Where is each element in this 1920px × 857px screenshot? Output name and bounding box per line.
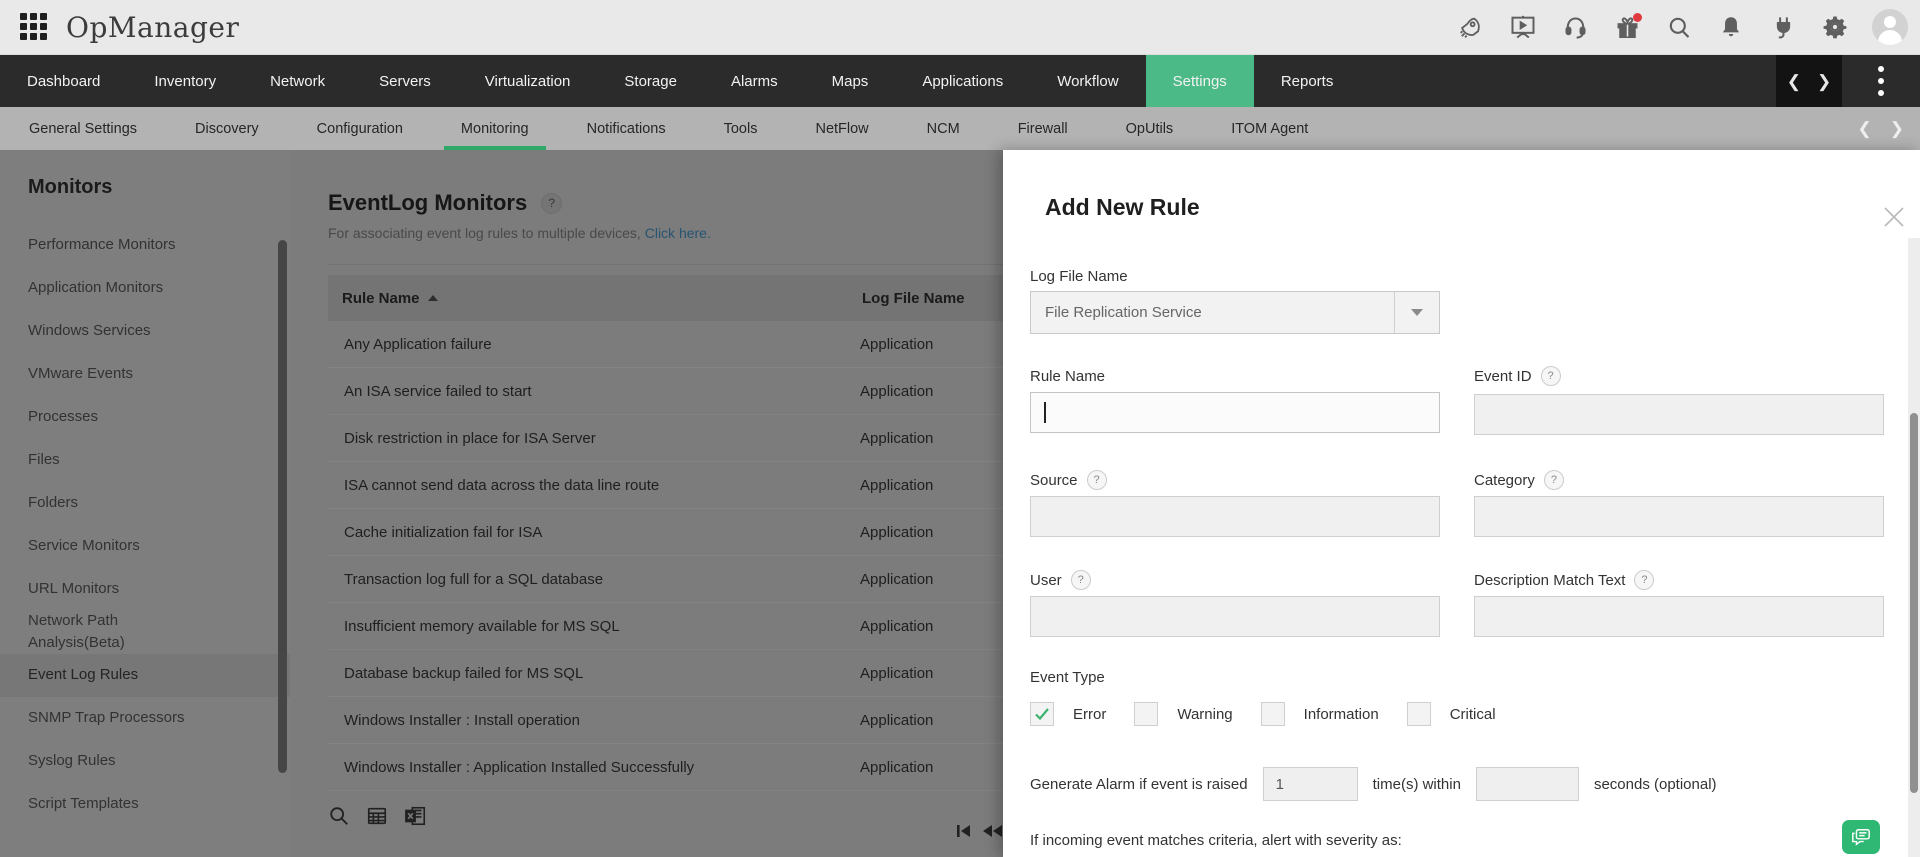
nav-overflow-menu-icon[interactable] [1842, 55, 1920, 107]
information-checkbox[interactable] [1261, 702, 1285, 726]
nav-tab-dashboard[interactable]: Dashboard [0, 55, 127, 107]
log-file-name-select[interactable]: File Replication Service [1030, 291, 1440, 334]
apps-grid-icon[interactable] [20, 13, 48, 41]
nav-tab-storage[interactable]: Storage [597, 55, 704, 107]
text-cursor [1044, 402, 1046, 423]
nav-tab-inventory[interactable]: Inventory [127, 55, 243, 107]
chevron-down-icon [1411, 309, 1423, 316]
information-checkbox-label: Information [1304, 706, 1379, 723]
event-id-help-icon[interactable]: ? [1541, 366, 1561, 386]
error-checkbox-label: Error [1073, 706, 1106, 723]
panel-title: Add New Rule [1045, 194, 1200, 221]
top-header: OpManager [0, 0, 1920, 55]
modal-dim-overlay[interactable] [0, 150, 1003, 857]
subnav-scroll-right-icon[interactable]: ❯ [1890, 119, 1904, 139]
warning-checkbox[interactable] [1134, 702, 1158, 726]
source-input[interactable] [1030, 496, 1440, 537]
event-id-label: Event ID ? [1474, 366, 1561, 386]
subnav-itom-agent[interactable]: ITOM Agent [1202, 107, 1337, 150]
close-icon[interactable] [1881, 204, 1907, 230]
content-region: Monitors Performance Monitors Applicatio… [0, 150, 1920, 857]
event-type-options: Error Warning Information Critical [1030, 702, 1524, 726]
search-icon[interactable] [1664, 12, 1694, 42]
source-label: Source ? [1030, 470, 1107, 490]
category-help-icon[interactable]: ? [1544, 470, 1564, 490]
header-icon-group [1456, 9, 1908, 45]
bell-icon[interactable] [1716, 12, 1746, 42]
presentation-play-icon[interactable] [1508, 12, 1538, 42]
subnav-general-settings[interactable]: General Settings [0, 107, 166, 150]
nav-tab-settings[interactable]: Settings [1146, 55, 1254, 107]
nav-tab-workflow[interactable]: Workflow [1030, 55, 1145, 107]
subnav-firewall[interactable]: Firewall [989, 107, 1097, 150]
alarm-suffix-text: seconds (optional) [1594, 776, 1717, 793]
headset-icon[interactable] [1560, 12, 1590, 42]
panel-scrollbar-thumb[interactable] [1910, 413, 1918, 793]
subnav-scroll-arrows: ❮ ❯ [1858, 107, 1920, 150]
subnav-notifications[interactable]: Notifications [558, 107, 695, 150]
generate-alarm-row: Generate Alarm if event is raised time(s… [1030, 767, 1717, 801]
nav-tab-alarms[interactable]: Alarms [704, 55, 805, 107]
avatar-head [1884, 16, 1896, 28]
alarm-middle-text: time(s) within [1373, 776, 1461, 793]
chat-support-button[interactable] [1842, 820, 1880, 854]
source-help-icon[interactable]: ? [1087, 470, 1107, 490]
gift-icon[interactable] [1612, 12, 1642, 42]
main-navigation: Dashboard Inventory Network Servers Virt… [0, 55, 1920, 107]
alarm-prefix-text: Generate Alarm if event is raised [1030, 776, 1248, 793]
nav-scroll-arrows: ❮ ❯ [1776, 55, 1842, 107]
event-type-label: Event Type [1030, 669, 1105, 686]
nav-tab-network[interactable]: Network [243, 55, 352, 107]
nav-scroll-right-icon[interactable]: ❯ [1817, 73, 1831, 90]
avatar-body [1878, 30, 1902, 45]
chat-bubbles-icon [1850, 827, 1872, 847]
user-label: User ? [1030, 570, 1091, 590]
category-label: Category ? [1474, 470, 1564, 490]
event-id-input[interactable] [1474, 394, 1884, 435]
description-match-help-icon[interactable]: ? [1634, 570, 1654, 590]
critical-checkbox-label: Critical [1450, 706, 1496, 723]
settings-subnav: General Settings Discovery Configuration… [0, 107, 1920, 150]
warning-checkbox-label: Warning [1177, 706, 1232, 723]
subnav-scroll-left-icon[interactable]: ❮ [1858, 119, 1872, 139]
description-match-label: Description Match Text ? [1474, 570, 1654, 590]
subnav-monitoring[interactable]: Monitoring [432, 107, 558, 150]
subnav-tools[interactable]: Tools [695, 107, 787, 150]
subnav-discovery[interactable]: Discovery [166, 107, 288, 150]
nav-scroll-left-icon[interactable]: ❮ [1787, 73, 1801, 90]
opmanager-screen: OpManager [0, 0, 1920, 857]
nav-tab-reports[interactable]: Reports [1254, 55, 1361, 107]
critical-checkbox[interactable] [1407, 702, 1431, 726]
subnav-ncm[interactable]: NCM [898, 107, 989, 150]
rocket-icon[interactable] [1456, 12, 1486, 42]
subnav-configuration[interactable]: Configuration [288, 107, 432, 150]
nav-tab-applications[interactable]: Applications [895, 55, 1030, 107]
gift-notification-dot [1633, 13, 1642, 22]
user-avatar[interactable] [1872, 9, 1908, 45]
category-input[interactable] [1474, 496, 1884, 537]
select-arrow-box [1394, 292, 1439, 333]
add-new-rule-panel: Add New Rule Log File Name File Replicat… [1003, 150, 1920, 857]
description-match-input[interactable] [1474, 596, 1884, 637]
nav-tab-virtualization[interactable]: Virtualization [458, 55, 598, 107]
alarm-seconds-input[interactable] [1476, 767, 1579, 801]
alarm-times-input[interactable] [1263, 767, 1358, 801]
rule-name-label: Rule Name [1030, 368, 1105, 385]
nav-tab-servers[interactable]: Servers [352, 55, 458, 107]
error-checkbox[interactable] [1030, 702, 1054, 726]
gear-icon[interactable] [1820, 12, 1850, 42]
app-logo: OpManager [66, 11, 239, 44]
log-file-name-label: Log File Name [1030, 268, 1128, 285]
user-input[interactable] [1030, 596, 1440, 637]
plug-icon[interactable] [1768, 12, 1798, 42]
panel-scrollbar-track[interactable] [1908, 238, 1920, 857]
user-help-icon[interactable]: ? [1071, 570, 1091, 590]
subnav-oputils[interactable]: OpUtils [1097, 107, 1203, 150]
severity-instruction-text: If incoming event matches criteria, aler… [1030, 832, 1402, 849]
nav-tab-maps[interactable]: Maps [805, 55, 896, 107]
subnav-netflow[interactable]: NetFlow [786, 107, 897, 150]
checkmark-icon [1033, 705, 1051, 723]
rule-name-input[interactable] [1030, 392, 1440, 433]
